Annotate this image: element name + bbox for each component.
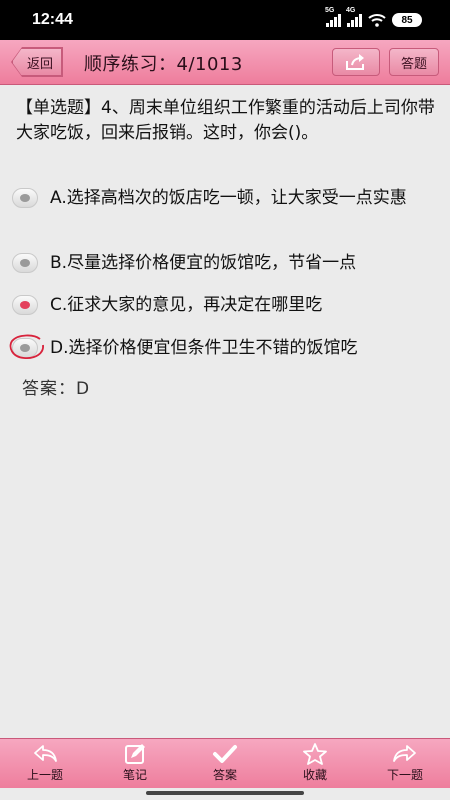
next-arrow-icon	[393, 745, 416, 762]
prev-question-label: 上一题	[26, 768, 63, 782]
correct-mark-circle-icon	[9, 334, 44, 359]
notes-button[interactable]: 笔记	[90, 739, 180, 789]
favorite-button[interactable]: 收藏	[270, 739, 360, 789]
favorite-label: 收藏	[302, 768, 327, 782]
note-icon	[125, 744, 145, 764]
app-header: 返回 顺序练习：4/1013 答题	[0, 40, 450, 85]
option-c-radio-selected[interactable]	[12, 295, 38, 315]
notes-label: 笔记	[122, 768, 147, 782]
prev-question-button[interactable]: 上一题	[0, 739, 90, 789]
home-indicator[interactable]	[146, 791, 304, 795]
show-answer-label: 答案	[212, 768, 237, 782]
status-time: 12:44	[32, 11, 73, 28]
option-c[interactable]: C.征求大家的意见，再决定在哪里吃	[12, 293, 442, 318]
option-b[interactable]: B.尽量选择价格便宜的饭馆吃，节省一点	[12, 251, 442, 276]
network-label-4g: 4G	[346, 7, 356, 14]
back-button[interactable]: 返回	[12, 48, 62, 76]
star-icon	[303, 743, 327, 765]
answer-text: 答案：D	[22, 379, 91, 399]
status-bar: 12:44 5G 4G 85	[0, 0, 450, 40]
show-answer-button[interactable]: 答案	[180, 739, 270, 789]
share-button[interactable]	[332, 48, 380, 76]
signal-4g-icon: 4G	[346, 7, 362, 27]
option-b-label: B.尽量选择价格便宜的饭馆吃，节省一点	[50, 253, 357, 273]
network-label-5g: 5G	[325, 7, 335, 14]
check-icon	[213, 745, 237, 763]
next-question-label: 下一题	[386, 768, 423, 782]
option-d[interactable]: D.选择价格便宜但条件卫生不错的饭馆吃	[12, 336, 442, 361]
wifi-icon	[368, 14, 386, 27]
page-title: 顺序练习：4/1013	[84, 54, 243, 75]
option-a[interactable]: A.选择高档次的饭店吃一顿，让大家受一点实惠	[12, 186, 442, 211]
question-text: 【单选题】4、周末单位组织工作繁重的活动后上司你带大家吃饭，回来后报销。这时，你…	[16, 98, 435, 143]
option-b-radio[interactable]	[12, 253, 38, 273]
option-a-radio[interactable]	[12, 188, 38, 208]
bottom-toolbar: 上一题 笔记 答案 收藏 下一题	[0, 738, 450, 789]
battery-indicator: 85	[392, 13, 422, 27]
option-a-label: A.选择高档次的饭店吃一顿，让大家受一点实惠	[50, 188, 407, 208]
prev-arrow-icon	[34, 745, 57, 762]
signal-5g-icon: 5G	[325, 7, 341, 27]
option-c-label: C.征求大家的意见，再决定在哪里吃	[50, 295, 323, 315]
answer-sheet-button[interactable]: 答题	[389, 48, 439, 76]
next-question-button[interactable]: 下一题	[360, 739, 450, 789]
option-d-label: D.选择价格便宜但条件卫生不错的饭馆吃	[50, 338, 358, 358]
status-icons: 5G 4G 85	[325, 7, 422, 27]
share-icon	[346, 54, 364, 70]
